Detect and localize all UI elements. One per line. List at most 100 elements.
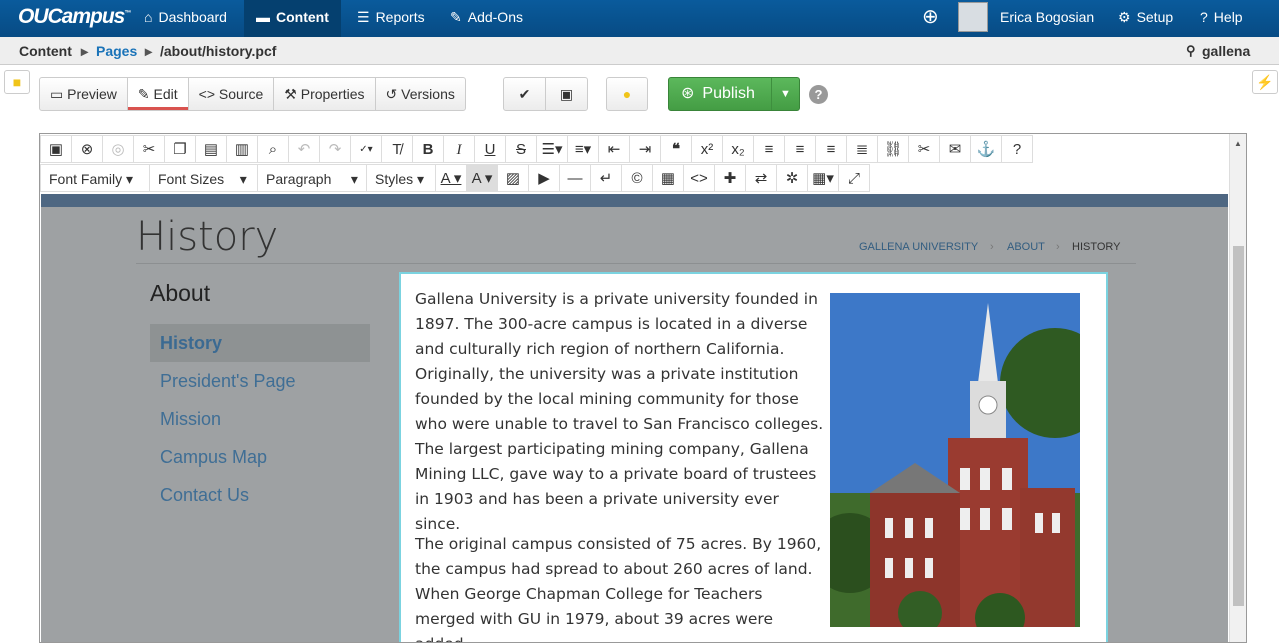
plug-icon[interactable]: ⚡	[1252, 70, 1278, 94]
nav-dashboard[interactable]: ⌂ Dashboard	[132, 0, 239, 37]
pencil-icon: ✎	[137, 86, 150, 102]
table-icon[interactable]: ▦▾	[807, 164, 839, 192]
cut-icon[interactable]: ✂	[133, 135, 165, 163]
check-icon[interactable]: ✔	[504, 78, 546, 110]
media-icon[interactable]: ▶	[528, 164, 560, 192]
clock-tower-photo	[830, 293, 1080, 627]
properties-button[interactable]: ⚒ Properties	[274, 78, 376, 110]
swap-icon[interactable]: ⇄	[745, 164, 777, 192]
asset-icon[interactable]: ✲	[776, 164, 808, 192]
superscript-icon[interactable]: x²	[691, 135, 723, 163]
sidebar-item-contact-us[interactable]: Contact Us	[150, 476, 370, 514]
outdent-icon[interactable]: ⇤	[598, 135, 630, 163]
monitor-icon: ▭	[50, 86, 64, 102]
unlink-icon[interactable]: ✂	[908, 135, 940, 163]
editable-region[interactable]: Gallena University is a private universi…	[399, 272, 1108, 642]
copyright-icon[interactable]: ©	[621, 164, 653, 192]
clear-format-icon[interactable]: T̸	[381, 135, 413, 163]
sidebar-item-presidents-page[interactable]: President's Page	[150, 362, 370, 400]
bullet-list-icon[interactable]: ☰▾	[536, 135, 568, 163]
nav-help[interactable]: ? Help	[1188, 0, 1255, 37]
find-icon[interactable]: ⌕	[257, 135, 289, 163]
folder-toggle-icon[interactable]: ■	[4, 70, 30, 94]
body-paragraph[interactable]: The original campus consisted of 75 acre…	[415, 532, 825, 642]
align-center-icon[interactable]: ≡	[784, 135, 816, 163]
italic-icon[interactable]: I	[443, 135, 475, 163]
font-family-select[interactable]: Font Family ▾	[40, 164, 150, 192]
globe-icon[interactable]: ⊕	[910, 0, 951, 37]
bold-icon[interactable]: B	[412, 135, 444, 163]
align-left-icon[interactable]: ≡	[753, 135, 785, 163]
strikethrough-icon[interactable]: S	[505, 135, 537, 163]
blockquote-icon[interactable]: ❝	[660, 135, 692, 163]
nav-setup[interactable]: ⚙ Setup	[1106, 0, 1185, 37]
save-icon[interactable]: ▣	[40, 135, 72, 163]
text-color-icon[interactable]: A ▾	[435, 164, 467, 192]
scroll-thumb[interactable]	[1233, 246, 1244, 606]
gear-icon: ⚙	[1118, 9, 1131, 25]
page-toolbar: ■ ▭ Preview ✎ Edit <> Source ⚒ Propertie…	[0, 65, 1279, 133]
nav-addons[interactable]: ✎ Add-Ons	[438, 0, 535, 37]
versions-button[interactable]: ↺ Versions	[376, 78, 465, 110]
user-name[interactable]: Erica Bogosian	[988, 0, 1106, 37]
indent-icon[interactable]: ⇥	[629, 135, 661, 163]
paste-icon[interactable]: ▤	[195, 135, 227, 163]
nav-reports[interactable]: ☰ Reports	[345, 0, 437, 37]
subscript-icon[interactable]: x₂	[722, 135, 754, 163]
image-icon[interactable]: ▨	[497, 164, 529, 192]
broadcast-icon: ⊛	[681, 85, 695, 102]
sidebar-item-campus-map[interactable]: Campus Map	[150, 438, 370, 476]
styles-select[interactable]: Styles ▾	[366, 164, 436, 192]
chevron-right-icon: ▸	[81, 43, 89, 59]
sidebar-item-history[interactable]: History	[150, 324, 370, 362]
font-sizes-select[interactable]: Font Sizes ▾	[149, 164, 258, 192]
avatar[interactable]	[958, 2, 988, 32]
undo-icon[interactable]: ↶	[288, 135, 320, 163]
caret-down-icon[interactable]: ▼	[770, 78, 799, 110]
paste-text-icon[interactable]: ▥	[226, 135, 258, 163]
anchor-icon[interactable]: ⚓	[970, 135, 1002, 163]
line-break-icon[interactable]: ↵	[590, 164, 622, 192]
link-icon[interactable]: ⛓	[877, 135, 909, 163]
redo-icon[interactable]: ↷	[319, 135, 351, 163]
spellcheck-icon[interactable]: ✓▾	[350, 135, 382, 163]
preview-button[interactable]: ▭ Preview	[40, 78, 128, 110]
breadcrumb-pages[interactable]: Pages	[96, 37, 137, 65]
email-icon[interactable]: ✉	[939, 135, 971, 163]
wysiwyg-editor: ▣ ⊗ ◎ ✂ ❐ ▤ ▥ ⌕ ↶ ↷ ✓▾ T̸ B I U S ☰▾ ≡▾ …	[39, 133, 1247, 643]
code-icon[interactable]: <>	[683, 164, 715, 192]
page-breadcrumb-2[interactable]: ABOUT	[1007, 241, 1045, 253]
fullscreen-icon[interactable]: ⤢	[838, 164, 870, 192]
body-paragraph[interactable]: Gallena University is a private universi…	[415, 287, 825, 537]
campus-building-image[interactable]	[830, 293, 1080, 627]
publish-button[interactable]: ⊛ Publish ▼	[668, 77, 800, 111]
archive-icon[interactable]: ▣	[546, 78, 587, 110]
background-color-icon[interactable]: A ▾	[466, 164, 498, 192]
tips-button[interactable]: ●	[606, 77, 648, 111]
underline-icon[interactable]: U	[474, 135, 506, 163]
help-icon[interactable]: ?	[809, 85, 828, 104]
lifesaver-icon[interactable]: ◎	[102, 135, 134, 163]
sidebar-item-mission[interactable]: Mission	[150, 400, 370, 438]
horizontal-rule-icon[interactable]: —	[559, 164, 591, 192]
snippet-icon[interactable]: ▦	[652, 164, 684, 192]
breadcrumb-content[interactable]: Content	[19, 37, 72, 65]
page-breadcrumb-1[interactable]: GALLENA UNIVERSITY	[859, 241, 978, 253]
align-right-icon[interactable]: ≡	[815, 135, 847, 163]
cancel-icon[interactable]: ⊗	[71, 135, 103, 163]
editor-toolbar-row-1: ▣ ⊗ ◎ ✂ ❐ ▤ ▥ ⌕ ↶ ↷ ✓▾ T̸ B I U S ☰▾ ≡▾ …	[40, 135, 1033, 163]
help-circle-icon[interactable]: ?	[1001, 135, 1033, 163]
numbered-list-icon[interactable]: ≡▾	[567, 135, 599, 163]
paragraph-select[interactable]: Paragraph ▾	[257, 164, 367, 192]
app-logo[interactable]: OUCampus™	[18, 5, 131, 29]
editor-scrollbar[interactable]: ▲	[1229, 134, 1246, 642]
copy-icon[interactable]: ❐	[164, 135, 196, 163]
gadget-icon[interactable]: ✚	[714, 164, 746, 192]
source-button[interactable]: <> Source	[189, 78, 275, 110]
site-name[interactable]: gallena	[1202, 37, 1250, 65]
justify-icon[interactable]: ≣	[846, 135, 878, 163]
scroll-up-icon[interactable]: ▲	[1234, 139, 1242, 148]
edit-button[interactable]: ✎ Edit	[127, 78, 189, 110]
home-icon: ⌂	[144, 9, 153, 25]
nav-content[interactable]: ▬ Content	[244, 0, 341, 37]
